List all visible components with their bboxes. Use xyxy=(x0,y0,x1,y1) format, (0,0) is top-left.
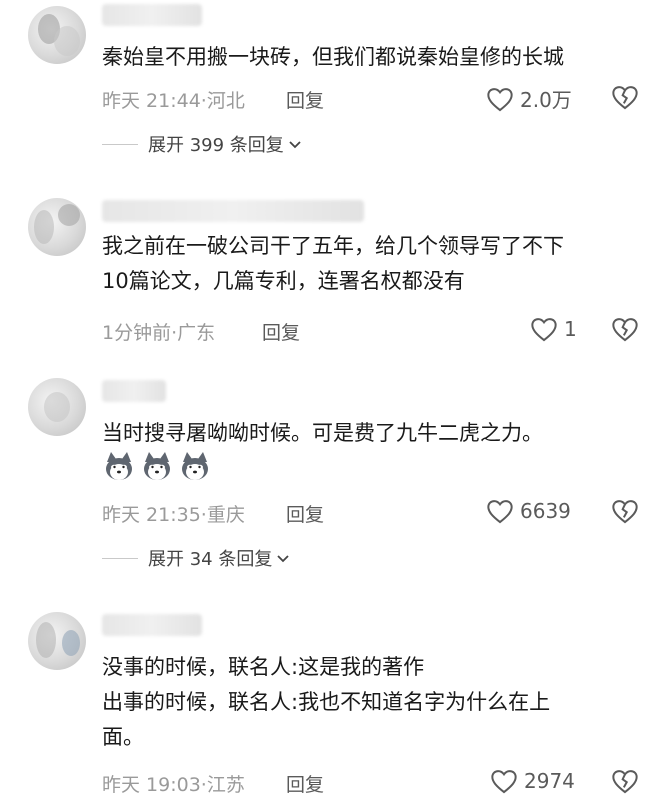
expand-replies-button[interactable]: 展开 34 条回复 xyxy=(102,545,290,571)
avatar[interactable] xyxy=(28,198,86,256)
broken-heart-icon xyxy=(611,318,639,346)
expand-replies-button[interactable]: 展开 399 条回复 xyxy=(102,131,302,157)
broken-heart-icon xyxy=(611,770,639,798)
like-count: 1 xyxy=(564,317,577,341)
comment-meta: 昨天 21:35·重庆 回复 xyxy=(102,500,324,527)
avatar[interactable] xyxy=(28,612,86,670)
comment-time: 昨天 21:35 xyxy=(102,504,201,526)
comment-time: 昨天 19:03 xyxy=(102,774,201,796)
avatar[interactable] xyxy=(28,378,86,436)
broken-heart-icon xyxy=(611,86,639,114)
comment-meta: 1分钟前·广东 回复 xyxy=(102,318,300,345)
comment-text: 当时搜寻屠呦呦时候。可是费了九牛二虎之力。 xyxy=(102,421,543,445)
username-blurred[interactable] xyxy=(102,4,202,26)
comment-location: 江苏 xyxy=(206,774,245,796)
husky-dog-emoji xyxy=(140,450,174,484)
like-button[interactable]: 1 xyxy=(530,316,577,342)
comment-time: 昨天 21:44 xyxy=(102,90,201,112)
comment-text: 没事的时候，联名人:这是我的著作 出事的时候，联名人:我也不知道名字为什么在上 … xyxy=(102,655,551,749)
like-button[interactable]: 2.0万 xyxy=(486,84,572,113)
heart-outline-icon xyxy=(490,768,518,794)
comment-location: 广东 xyxy=(177,322,216,344)
username-blurred[interactable] xyxy=(102,200,364,222)
comment-meta: 昨天 19:03·江苏 回复 xyxy=(102,770,324,797)
comment-text: 我之前在一破公司干了五年，给几个领导写了不下 10篇论文，几篇专利，连署名权都没… xyxy=(102,234,564,293)
username-blurred[interactable] xyxy=(102,380,166,402)
chevron-down-icon xyxy=(288,134,302,155)
dislike-button[interactable] xyxy=(611,768,639,798)
comment-time: 1分钟前 xyxy=(102,322,172,344)
like-count: 6639 xyxy=(520,499,571,523)
heart-outline-icon xyxy=(530,316,558,342)
reply-button[interactable]: 回复 xyxy=(286,500,324,527)
husky-dog-emoji xyxy=(178,450,212,484)
comment-text: 秦始皇不用搬一块砖，但我们都说秦始皇修的长城 xyxy=(102,45,564,69)
reply-button[interactable]: 回复 xyxy=(286,86,324,113)
like-button[interactable]: 2974 xyxy=(490,768,575,794)
like-count: 2974 xyxy=(524,769,575,793)
reply-button[interactable]: 回复 xyxy=(262,318,300,345)
reply-button[interactable]: 回复 xyxy=(286,770,324,797)
broken-heart-icon xyxy=(611,500,639,528)
expand-replies-label: 展开 34 条回复 xyxy=(148,549,273,570)
username-blurred[interactable] xyxy=(102,614,202,636)
like-button[interactable]: 6639 xyxy=(486,498,571,524)
comment-location: 重庆 xyxy=(206,504,245,526)
heart-outline-icon xyxy=(486,86,514,112)
avatar[interactable] xyxy=(28,6,86,64)
chevron-down-icon xyxy=(276,548,290,569)
comment-location: 河北 xyxy=(206,90,245,112)
like-count: 2.0万 xyxy=(520,88,572,112)
dislike-button[interactable] xyxy=(611,498,639,528)
expand-replies-label: 展开 399 条回复 xyxy=(148,135,284,156)
emoji-row xyxy=(102,450,212,484)
comment-meta: 昨天 21:44·河北 回复 xyxy=(102,86,324,113)
dislike-button[interactable] xyxy=(611,316,639,346)
dislike-button[interactable] xyxy=(611,84,639,114)
husky-dog-emoji xyxy=(102,450,136,484)
heart-outline-icon xyxy=(486,498,514,524)
